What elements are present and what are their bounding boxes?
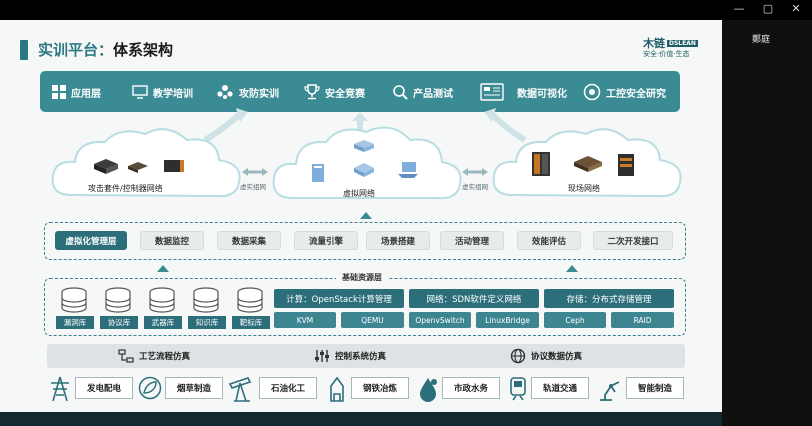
virtual-devices-icon bbox=[312, 140, 418, 182]
storage-raid[interactable]: RAID bbox=[611, 312, 674, 328]
oil-pump-icon bbox=[228, 377, 252, 402]
cloud-label-virtual: 虚拟网络 bbox=[343, 189, 375, 198]
secondary-dev-api-item[interactable]: 二次开发接口 bbox=[593, 231, 673, 250]
compute-qemu[interactable]: QEMU bbox=[341, 312, 404, 328]
link-label-left: 虚实组网 bbox=[240, 183, 266, 191]
close-button[interactable]: ✕ bbox=[789, 3, 803, 15]
industry-water[interactable]: 市政水务 bbox=[442, 377, 500, 399]
network-openvswitch[interactable]: OpenvSwitch bbox=[409, 312, 471, 328]
library-weapon[interactable]: 武器库 bbox=[144, 316, 182, 329]
arrow-up-left bbox=[157, 265, 169, 272]
participant-name: 鄭庭 bbox=[752, 35, 771, 45]
traffic-engine-item[interactable]: 流量引擎 bbox=[294, 231, 358, 250]
globe-icon bbox=[510, 348, 526, 364]
sliders-icon bbox=[315, 350, 329, 362]
attack-devices-icon bbox=[94, 159, 184, 174]
database-icon bbox=[149, 287, 175, 313]
data-collection-item[interactable]: 数据采集 bbox=[217, 231, 281, 250]
power-tower-icon bbox=[51, 376, 69, 402]
cloud-label-field: 现场网络 bbox=[568, 184, 600, 193]
train-icon bbox=[510, 377, 526, 401]
sim-item-process: 工艺流程仿真 bbox=[118, 348, 190, 364]
minimize-button[interactable]: — bbox=[732, 3, 746, 15]
resource-layer-title: 基础资源层 bbox=[336, 272, 388, 283]
arrow-to-cloud bbox=[360, 212, 372, 219]
database-icon bbox=[237, 287, 263, 313]
library-vulnerability[interactable]: 漏洞库 bbox=[56, 316, 94, 329]
scenario-building-item[interactable]: 场景搭建 bbox=[366, 231, 430, 250]
library-protocol[interactable]: 协议库 bbox=[100, 316, 138, 329]
industry-smart-manufacturing[interactable]: 智能制造 bbox=[626, 377, 684, 399]
network-header: 网络：SDN软件定义网络 bbox=[409, 289, 539, 308]
database-icon bbox=[193, 287, 219, 313]
virtualization-management-tab[interactable]: 虚拟化管理层 bbox=[55, 231, 127, 250]
industry-steel[interactable]: 钢铁冶炼 bbox=[351, 377, 409, 399]
arrow-up-right bbox=[566, 265, 578, 272]
effectiveness-evaluation-item[interactable]: 效能评估 bbox=[517, 231, 581, 250]
field-devices-icon bbox=[532, 152, 634, 176]
library-knowledge[interactable]: 知识库 bbox=[188, 316, 226, 329]
library-target[interactable]: 靶标库 bbox=[232, 316, 270, 329]
sim-item-control: 控制系统仿真 bbox=[314, 348, 386, 364]
compute-kvm[interactable]: KVM bbox=[274, 312, 336, 328]
process-icon bbox=[118, 349, 134, 363]
furnace-icon bbox=[330, 376, 344, 402]
activity-management-item[interactable]: 活动管理 bbox=[440, 231, 504, 250]
industry-rail[interactable]: 轨道交通 bbox=[531, 377, 589, 399]
storage-header: 存储：分布式存储管理 bbox=[544, 289, 674, 308]
industry-tobacco[interactable]: 烟草制造 bbox=[165, 377, 223, 399]
database-icon bbox=[105, 287, 131, 313]
network-linuxbridge[interactable]: LinuxBridge bbox=[476, 312, 539, 328]
maximize-button[interactable]: ▢ bbox=[761, 3, 775, 15]
sim-item-protocol: 协议数据仿真 bbox=[510, 348, 582, 364]
database-icon bbox=[61, 287, 87, 313]
data-monitoring-item[interactable]: 数据监控 bbox=[140, 231, 204, 250]
storage-ceph[interactable]: Ceph bbox=[544, 312, 606, 328]
library-db-icons bbox=[61, 287, 263, 313]
robot-arm-icon bbox=[600, 381, 620, 401]
water-drop-icon bbox=[420, 378, 437, 402]
industry-petrochemical[interactable]: 石油化工 bbox=[259, 377, 317, 399]
participant-panel bbox=[722, 20, 812, 426]
leaf-icon bbox=[138, 376, 162, 400]
compute-header: 计算：OpenStack计算管理 bbox=[274, 289, 404, 308]
cloud-label-attack: 攻击套件/控制器网络 bbox=[88, 184, 163, 193]
link-label-right: 虚实组网 bbox=[462, 183, 488, 191]
industry-power[interactable]: 发电配电 bbox=[75, 377, 133, 399]
